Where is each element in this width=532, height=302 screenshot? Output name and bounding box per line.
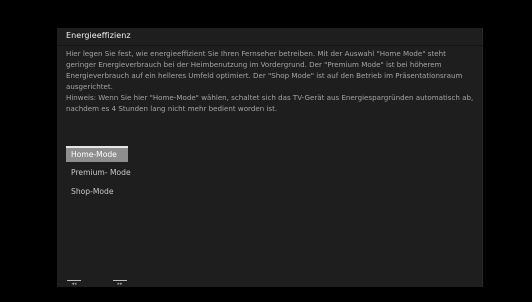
description-paragraph-2: Hinweis: Wenn Sie hier "Home-Mode" wähle… xyxy=(66,93,474,113)
description-text: Hier legen Sie fest, wie energieeffizien… xyxy=(66,48,478,114)
panel-footer: ◂◂ ▸▸ xyxy=(57,280,483,287)
mode-option-list: Home-Mode Premium- Mode Shop-Mode xyxy=(66,146,186,203)
previous-page-icon[interactable]: ◂◂ xyxy=(67,280,81,288)
title-divider xyxy=(57,45,483,46)
tv-screen: Energieeffizienz Hier legen Sie fest, wi… xyxy=(0,0,532,302)
description-paragraph-1: Hier legen Sie fest, wie energieeffizien… xyxy=(66,49,463,91)
option-premium-mode[interactable]: Premium- Mode xyxy=(66,165,186,181)
panel-title: Energieeffizienz xyxy=(66,31,131,40)
energy-efficiency-panel: Energieeffizienz Hier legen Sie fest, wi… xyxy=(57,28,483,287)
option-shop-mode[interactable]: Shop-Mode xyxy=(66,184,186,200)
next-page-icon[interactable]: ▸▸ xyxy=(113,280,127,288)
option-home-mode[interactable]: Home-Mode xyxy=(66,146,128,162)
